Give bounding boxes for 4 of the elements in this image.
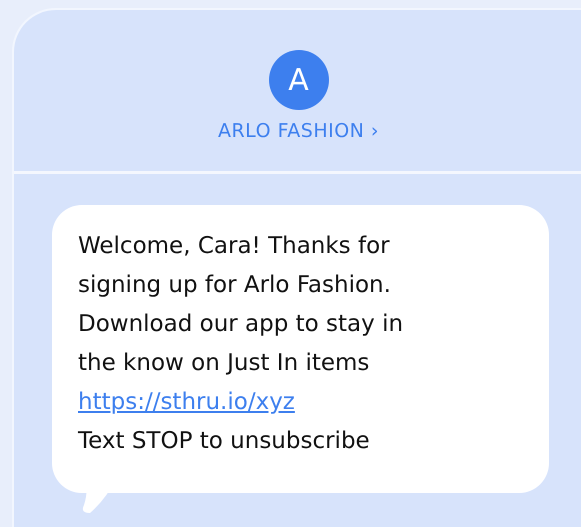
message-text: Welcome, Cara! Thanks for signing up for Arlo Fashion. Download our app to stay in the know on Just In items https://sthru.io/xyz Text STOP to unsubscribe	[78, 232, 404, 456]
avatar[interactable]: A	[268, 50, 328, 110]
message-link[interactable]: https://sthru.io/xyz	[78, 389, 295, 415]
sender-name[interactable]: ARLO FASHION ›	[218, 120, 380, 142]
